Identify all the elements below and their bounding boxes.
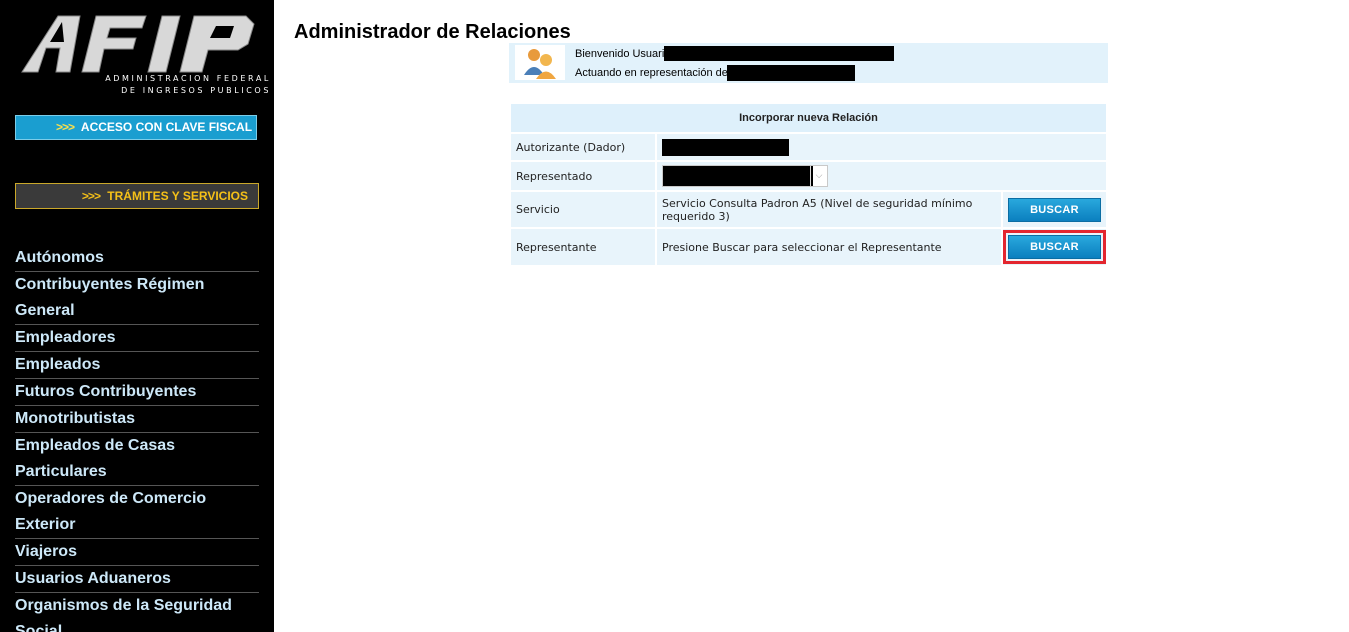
chevron-down-icon[interactable]: ⌵ — [810, 166, 827, 186]
sidebar-item-futuros-contribuyentes[interactable]: Futuros Contribuyentes — [15, 379, 259, 406]
logo-subtitle-line2: DE INGRESOS PUBLICOS — [121, 86, 271, 95]
welcome-acting: Actuando en representación de — [575, 67, 728, 79]
afip-logo-icon — [21, 15, 255, 73]
arrows-icon: >>> — [81, 189, 101, 203]
redacted-user — [664, 46, 894, 61]
servicio-label: Servicio — [511, 192, 655, 227]
highlight-box: BUSCAR — [1003, 230, 1106, 264]
redacted-representado — [663, 166, 813, 186]
sidebar-nav: Autónomos Contribuyentes Régimen General… — [15, 245, 259, 632]
arrows-icon: >>> — [56, 120, 75, 134]
welcome-panel: Bienvenido Usuario Actuando en represent… — [509, 43, 1108, 83]
buscar-servicio-button[interactable]: BUSCAR — [1008, 197, 1101, 222]
sidebar-item-empleados-casas-particulares[interactable]: Empleados de Casas Particulares — [15, 433, 259, 486]
relation-form: Incorporar nueva Relación Autorizante (D… — [509, 102, 1108, 267]
sidebar-item-empleados[interactable]: Empleados — [15, 352, 259, 379]
sidebar-item-contribuyentes-regimen-general[interactable]: Contribuyentes Régimen General — [15, 272, 259, 325]
servicio-value: Servicio Consulta Padron A5 (Nivel de se… — [657, 192, 1001, 227]
welcome-greeting: Bienvenido Usuario — [575, 48, 671, 60]
autorizante-label: Autorizante (Dador) — [511, 134, 655, 160]
representado-select[interactable]: ⌵ — [662, 165, 828, 187]
sidebar-item-monotributistas[interactable]: Monotributistas — [15, 406, 259, 433]
autorizante-value — [657, 134, 1106, 160]
representante-action-cell: BUSCAR — [1003, 229, 1106, 265]
logo-subtitle-line1: ADMINISTRACION FEDERAL — [105, 74, 271, 83]
buscar-representante-button[interactable]: BUSCAR — [1008, 235, 1101, 259]
sidebar: ADMINISTRACION FEDERAL DE INGRESOS PUBLI… — [0, 0, 274, 632]
representante-label: Representante — [511, 229, 655, 265]
representado-label: Representado — [511, 162, 655, 190]
sidebar-item-operadores-comercio-exterior[interactable]: Operadores de Comercio Exterior — [15, 486, 259, 539]
sidebar-item-organismos-seguridad-social[interactable]: Organismos de la Seguridad Social — [15, 593, 259, 632]
redacted-representation — [727, 65, 855, 81]
page-title: Administrador de Relaciones — [294, 21, 571, 43]
tramites-label: TRÁMITES Y SERVICIOS — [107, 189, 248, 203]
acceso-clave-fiscal-button[interactable]: >>> ACCESO CON CLAVE FISCAL — [15, 115, 257, 140]
representante-value: Presione Buscar para seleccionar el Repr… — [657, 229, 1001, 265]
redacted-autorizante — [662, 138, 789, 156]
users-icon — [515, 45, 565, 80]
sidebar-item-viajeros[interactable]: Viajeros — [15, 539, 259, 566]
afip-logo[interactable]: ADMINISTRACION FEDERAL DE INGRESOS PUBLI… — [20, 14, 268, 100]
representado-cell: ⌵ — [657, 162, 1106, 190]
sidebar-item-autonomos[interactable]: Autónomos — [15, 245, 259, 272]
tramites-servicios-button[interactable]: >>> TRÁMITES Y SERVICIOS — [15, 183, 259, 209]
sidebar-item-empleadores[interactable]: Empleadores — [15, 325, 259, 352]
form-header: Incorporar nueva Relación — [511, 104, 1106, 132]
servicio-action-cell: BUSCAR — [1003, 192, 1106, 227]
clave-label: ACCESO CON CLAVE FISCAL — [80, 120, 253, 134]
sidebar-item-usuarios-aduaneros[interactable]: Usuarios Aduaneros — [15, 566, 259, 593]
